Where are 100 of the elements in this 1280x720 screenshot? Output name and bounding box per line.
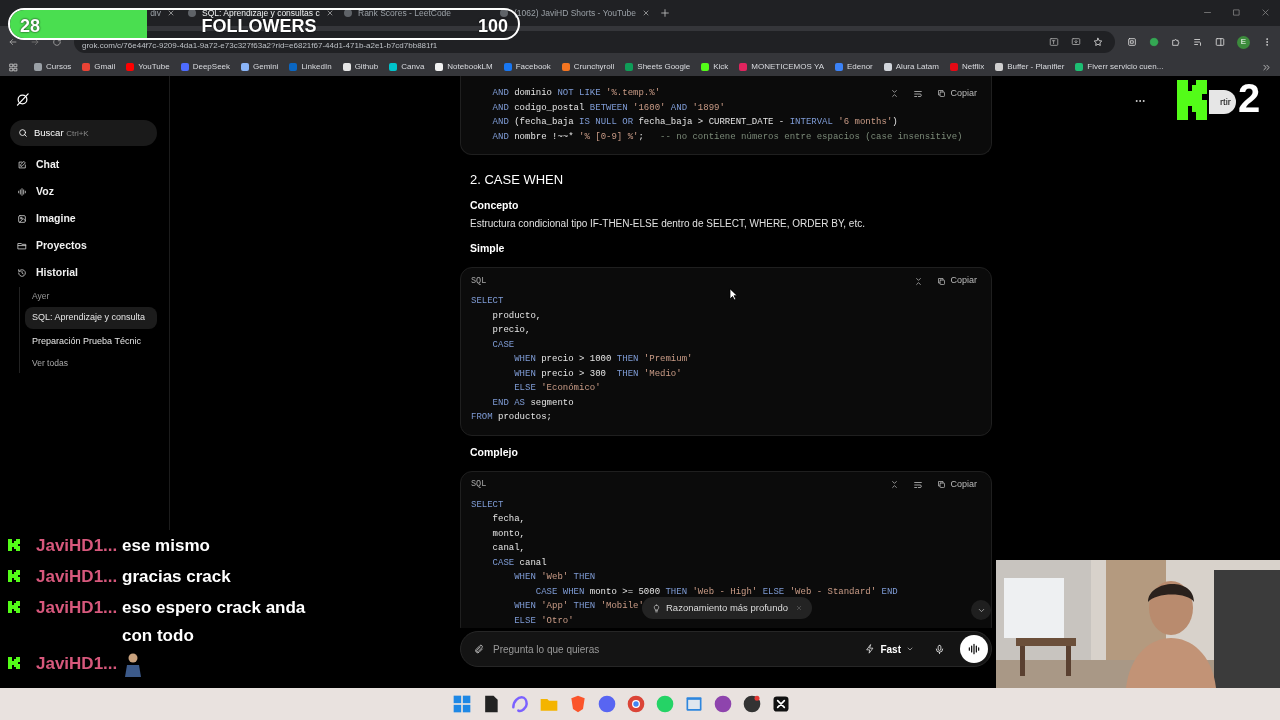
windows-icon[interactable] [451, 694, 472, 714]
bookmark-link[interactable]: Edenor [834, 61, 873, 73]
bookmark-link[interactable]: Netflix [949, 61, 985, 73]
code-line: SELECT [471, 295, 504, 308]
bookmark-link[interactable]: Github [342, 61, 379, 73]
bookmark-link[interactable]: Alura Latam [883, 61, 939, 73]
collapse-icon[interactable] [890, 480, 900, 489]
history-item[interactable]: Preparación Prueba Técnic [25, 331, 157, 353]
code-line: ELSE 'Económico' [513, 382, 601, 395]
stream-logo-number: 2 [1238, 78, 1261, 118]
browser-tab[interactable]: (1062) JaviHD Shorts - YouTube [514, 6, 637, 20]
copy-button[interactable]: Copiar [937, 477, 977, 492]
search-field[interactable]: Buscar Ctrl+K [10, 120, 157, 146]
chat-username: JaviHD1... [35, 653, 119, 675]
reload-icon[interactable] [52, 37, 62, 47]
code-line: fecha, [491, 513, 525, 526]
nav-item[interactable]: Voz [10, 178, 157, 205]
bookmark-link[interactable]: LinkedIn [289, 61, 332, 73]
code-line: SELECT [471, 498, 504, 512]
see-all-link[interactable]: Ver todas [25, 353, 157, 373]
browser-tab[interactable]: div [150, 6, 161, 20]
nav-item[interactable]: Proyectos [10, 232, 157, 259]
apps-grid-icon[interactable] [9, 62, 18, 72]
code-line: canal, [491, 542, 525, 555]
copy-icon [937, 276, 947, 286]
bookmark-link[interactable]: Cursos [34, 61, 72, 73]
code-line: monto, [491, 527, 525, 541]
side-panel-icon[interactable] [1215, 37, 1225, 47]
star-icon[interactable] [1093, 37, 1103, 47]
bookmark-link[interactable]: Kick [701, 61, 729, 73]
nav-item[interactable]: Chat [10, 151, 157, 178]
image-icon [17, 213, 27, 224]
bookmark-link[interactable]: Buffer - Planifier [995, 61, 1065, 73]
message-input[interactable]: Pregunta lo que quieras Fast [460, 631, 992, 667]
code-line: AND dominio NOT LIKE '%.temp.%' [491, 87, 661, 100]
back-icon[interactable] [8, 37, 18, 47]
code-line: END AS segmento [491, 396, 574, 410]
chat-username: JaviHD1... [35, 566, 119, 588]
bookmark-link[interactable]: Sheets Google [625, 61, 691, 73]
subheading: Concepto [469, 198, 520, 213]
chevron-down-icon [906, 645, 914, 653]
collapse-icon[interactable] [890, 89, 900, 99]
install-icon[interactable] [1071, 37, 1081, 47]
bookmark-link[interactable]: MONETICEMOS YA [739, 61, 824, 73]
code-line: producto, [491, 309, 542, 323]
nav-item[interactable]: Imagine [10, 205, 157, 232]
code-line: WHEN precio > 300 THEN 'Medio' [513, 367, 682, 381]
code-line: ELSE 'Otro' [513, 614, 574, 628]
history-item[interactable]: SQL: Aprendizaje y consulta [25, 307, 157, 329]
bookmark-link[interactable]: NotebookLM [435, 61, 493, 73]
record-icon[interactable] [741, 694, 762, 714]
puzzle-icon[interactable] [1171, 37, 1181, 47]
browser-tab[interactable]: SQL: Aprendizaje y consultas c [202, 6, 320, 20]
logo-icon[interactable] [15, 92, 30, 107]
code-line: AND (fecha_baja IS NULL OR fecha_baja > CURRENT_DATE - INTERVAL '6 months') [491, 116, 898, 129]
code-line: WHEN precio > 1000 THEN 'Premium' [513, 353, 693, 366]
translate-icon[interactable] [1049, 37, 1059, 47]
wrap-lines-icon[interactable] [913, 88, 924, 99]
browser-icon[interactable] [625, 694, 646, 714]
new-tab-icon[interactable] [660, 8, 670, 18]
chat-username: JaviHD1... [35, 597, 119, 619]
chat-username: JaviHD1... [35, 535, 119, 557]
close-icon[interactable] [325, 9, 334, 17]
wrap-lines-icon[interactable] [913, 479, 924, 490]
voice-bars-icon [967, 642, 981, 656]
maximize-icon[interactable] [1232, 8, 1241, 17]
code-line: AND nombre !~~* '% [0-9] %'; -- no contiene números entre espacios (case insensitive) [491, 130, 963, 144]
profile-avatar[interactable]: E [1237, 35, 1250, 49]
copy-icon [937, 480, 947, 489]
collapse-icon[interactable] [914, 276, 924, 286]
subheading: Complejo [469, 444, 519, 460]
media-icon[interactable] [1193, 37, 1203, 47]
code-line: CASE [491, 338, 515, 352]
tab-favicon-icon [500, 9, 508, 17]
address-bar[interactable]: grok.com/c/76e44f7c-9209-4da1-9a72-e73c327f63a2?rid=e6821f67-44d1-471b-a2e1-b7cd7bb881f1 [74, 31, 1115, 53]
close-icon[interactable] [167, 9, 175, 17]
more-bookmarks-icon[interactable] [1262, 62, 1271, 72]
bookmark-link[interactable]: YouTube [126, 61, 170, 73]
bookmark-link[interactable]: Gmail [82, 61, 116, 73]
microphone-icon[interactable] [934, 643, 945, 655]
share-button[interactable]: rtir [1209, 90, 1236, 114]
bookmark-link[interactable]: Fiverr servicio cuen... [1075, 61, 1164, 73]
reasoning-chip[interactable]: Razonamiento más profundo [642, 597, 812, 619]
voice-mode-button[interactable] [960, 635, 988, 663]
bookmark-link[interactable]: DeepSeek [180, 61, 231, 73]
nav-item[interactable]: Historial [10, 259, 157, 286]
code-line: CASE canal [491, 556, 547, 570]
bookmark-link[interactable]: Gemini [241, 61, 279, 73]
mode-selector[interactable]: Fast [865, 641, 914, 657]
bookmark-link[interactable]: Crunchyroll [561, 61, 615, 73]
code-line: AND codigo_postal BETWEEN '1600' AND '1899' [491, 101, 725, 115]
swirl-icon[interactable] [509, 694, 530, 714]
copy-button[interactable]: Copiar [937, 274, 977, 288]
app-icon[interactable] [712, 694, 733, 714]
bookmark-link[interactable]: Canva [389, 61, 425, 73]
copy-button[interactable]: Copiar [937, 87, 977, 101]
forward-icon[interactable] [30, 37, 40, 47]
bookmark-link[interactable]: Facebook [503, 61, 551, 73]
emote-figure-icon [122, 652, 144, 678]
copy-icon [937, 89, 947, 99]
